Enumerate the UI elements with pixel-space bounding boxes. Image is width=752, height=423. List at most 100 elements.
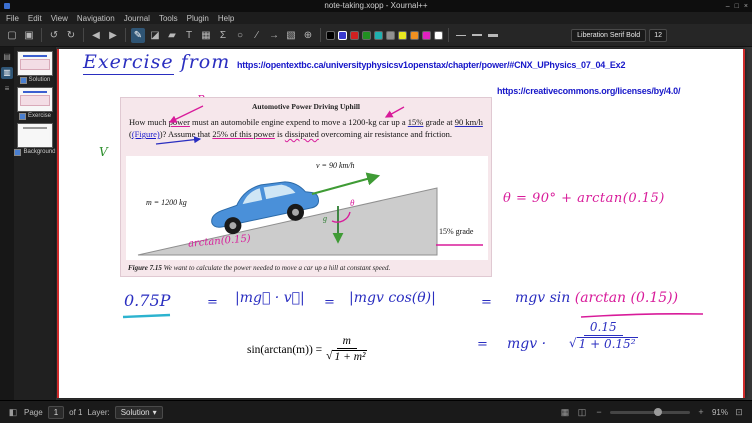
figure-caption: Figure 7.15 We want to calculate the pow… — [128, 264, 390, 272]
velocity-label: v = 90 km/h — [316, 161, 355, 170]
undo-icon[interactable]: ↺ — [47, 28, 61, 43]
underlined-speed: 90 km/h — [455, 117, 483, 127]
redo-icon[interactable]: ↻ — [64, 28, 78, 43]
minimize-button[interactable]: – — [726, 3, 730, 10]
annotation-theta-equation: θ = 90° + arctan(0.15) — [503, 191, 665, 206]
document-page[interactable]: Exercise from https://opentextbc.ca/univ… — [57, 49, 745, 398]
color-swatch-orange[interactable] — [410, 31, 419, 40]
thickness-thick-icon[interactable] — [486, 28, 499, 43]
shape-line-icon[interactable]: ∕ — [250, 28, 264, 43]
figure-7-15: v = 90 km/h m = 1200 kg g⃗ θ 15% grade a… — [126, 156, 488, 260]
equals-sign: = — [324, 295, 335, 310]
zoom-percentage: 91% — [712, 408, 728, 417]
menu-help[interactable]: Help — [218, 14, 234, 23]
dual-page-icon[interactable]: ◫ — [576, 406, 588, 418]
menu-journal[interactable]: Journal — [124, 14, 150, 23]
layer-visibility-checkbox[interactable] — [19, 113, 26, 120]
menu-edit[interactable]: Edit — [28, 14, 42, 23]
incline-figure-drawing — [126, 156, 488, 260]
color-swatch-yellow[interactable] — [398, 31, 407, 40]
prev-page-icon[interactable]: ◀ — [89, 28, 103, 43]
text-tool-icon[interactable]: T — [182, 28, 196, 43]
annotation-checkmark: V — [99, 145, 108, 159]
save-icon[interactable]: ▣ — [22, 28, 36, 43]
license-url-text: https://creativecommons.org/licenses/by/… — [497, 86, 680, 96]
tex-identity: sin(arctan(m)) = m √1 + m² — [247, 335, 367, 364]
layer-select[interactable]: Solution ▾ — [115, 406, 163, 419]
underlined-power: power — [169, 117, 190, 127]
contents-tab-icon[interactable]: ≡ — [1, 83, 13, 95]
layer-entry[interactable]: Background — [16, 123, 54, 156]
next-page-icon[interactable]: ▶ — [106, 28, 120, 43]
menu-navigation[interactable]: Navigation — [77, 14, 115, 23]
handwritten-heading: Exercise from — [83, 51, 230, 73]
shape-circle-icon[interactable]: ○ — [233, 28, 247, 43]
layer-thumbnail[interactable] — [17, 123, 53, 148]
toolbar-separator — [448, 28, 449, 42]
new-file-icon[interactable]: ▢ — [5, 28, 19, 43]
menu-plugin[interactable]: Plugin — [187, 14, 209, 23]
sidebar-toggle-icon[interactable]: ◧ — [7, 406, 19, 418]
color-swatch-gray[interactable] — [386, 31, 395, 40]
eraser-icon[interactable]: ◪ — [148, 28, 162, 43]
layer-label: Layer: — [87, 408, 109, 417]
thickness-medium-icon[interactable] — [470, 28, 483, 43]
color-swatch-magenta[interactable] — [422, 31, 431, 40]
textbook-url-text: https://opentextbc.ca/universityphysicsv… — [237, 60, 625, 70]
layer-name[interactable]: Background — [23, 149, 55, 156]
window-title: note-taking.xopp - Xournal++ — [0, 0, 752, 12]
highlighter-icon[interactable]: ▰ — [165, 28, 179, 43]
menu-file[interactable]: File — [6, 14, 19, 23]
color-swatch-red[interactable] — [350, 31, 359, 40]
menu-view[interactable]: View — [51, 14, 68, 23]
underlined-dissipated: dissipated — [285, 129, 319, 139]
color-swatch-cyan[interactable] — [374, 31, 383, 40]
shape-arrow-icon[interactable]: → — [267, 28, 281, 43]
font-size-selector[interactable]: 12 — [649, 29, 667, 42]
statusbar: ◧ Page 1 of 1 Layer: Solution ▾ ▦ ◫ − + … — [0, 400, 752, 423]
theta-label: θ — [350, 198, 354, 208]
textbook-title: Automotive Power Driving Uphill — [121, 102, 491, 111]
page-margin-line-left — [57, 49, 59, 398]
layer-name[interactable]: Exercise — [28, 113, 51, 120]
layer-thumbnail[interactable] — [17, 51, 53, 76]
page-number-input[interactable]: 1 — [48, 406, 64, 419]
textbook-image: Automotive Power Driving Uphill How much… — [120, 97, 492, 277]
layer-preview-tab-icon[interactable]: ▥ — [1, 67, 13, 79]
toolbar: ▢ ▣ ↺ ↻ ◀ ▶ ✎ ◪ ▰ T ▦ Σ ○ ∕ → ▧ ⊕ Libera… — [0, 24, 752, 47]
toolbar-separator — [320, 28, 321, 42]
layer-entry[interactable]: Exercise — [16, 87, 54, 120]
layer-visibility-checkbox[interactable] — [14, 149, 21, 156]
grade-label: 15% grade — [438, 227, 474, 236]
main-area: ▤ ▥ ≡ Solution Exercise — [0, 47, 752, 401]
color-swatch-blue[interactable] — [338, 31, 347, 40]
tex-tool-icon[interactable]: Σ — [216, 28, 230, 43]
layer-entry[interactable]: Solution — [16, 51, 54, 84]
page-preview-tab-icon[interactable]: ▤ — [1, 51, 13, 63]
zoom-slider[interactable] — [610, 411, 690, 414]
pen-icon[interactable]: ✎ — [131, 28, 145, 43]
select-icon[interactable]: ▧ — [284, 28, 298, 43]
close-button[interactable]: × — [744, 3, 748, 10]
layer-name[interactable]: Solution — [29, 77, 51, 84]
solution-sine-term: mgv sin (arctan (0.15)) — [515, 290, 678, 306]
color-swatch-green[interactable] — [362, 31, 371, 40]
zoom-out-icon[interactable]: − — [593, 406, 605, 418]
layer-thumbnail[interactable] — [17, 87, 53, 112]
zoom-slider-knob[interactable] — [654, 408, 662, 416]
equals-sign: = — [481, 295, 492, 310]
thickness-fine-icon[interactable] — [454, 28, 467, 43]
color-swatch-white[interactable] — [434, 31, 443, 40]
menu-tools[interactable]: Tools — [159, 14, 178, 23]
image-tool-icon[interactable]: ▦ — [199, 28, 213, 43]
maximize-button[interactable]: □ — [735, 3, 739, 10]
hand-tool-icon[interactable]: ⊕ — [301, 28, 315, 43]
zoom-fit-icon[interactable]: ⊡ — [733, 406, 745, 418]
grid-view-icon[interactable]: ▦ — [559, 406, 571, 418]
font-selector[interactable]: Liberation Serif Bold — [571, 29, 646, 42]
color-swatch-black[interactable] — [326, 31, 335, 40]
menubar: File Edit View Navigation Journal Tools … — [0, 12, 752, 24]
zoom-in-icon[interactable]: + — [695, 406, 707, 418]
gravity-label: g⃗ — [323, 214, 333, 223]
layer-visibility-checkbox[interactable] — [20, 77, 27, 84]
